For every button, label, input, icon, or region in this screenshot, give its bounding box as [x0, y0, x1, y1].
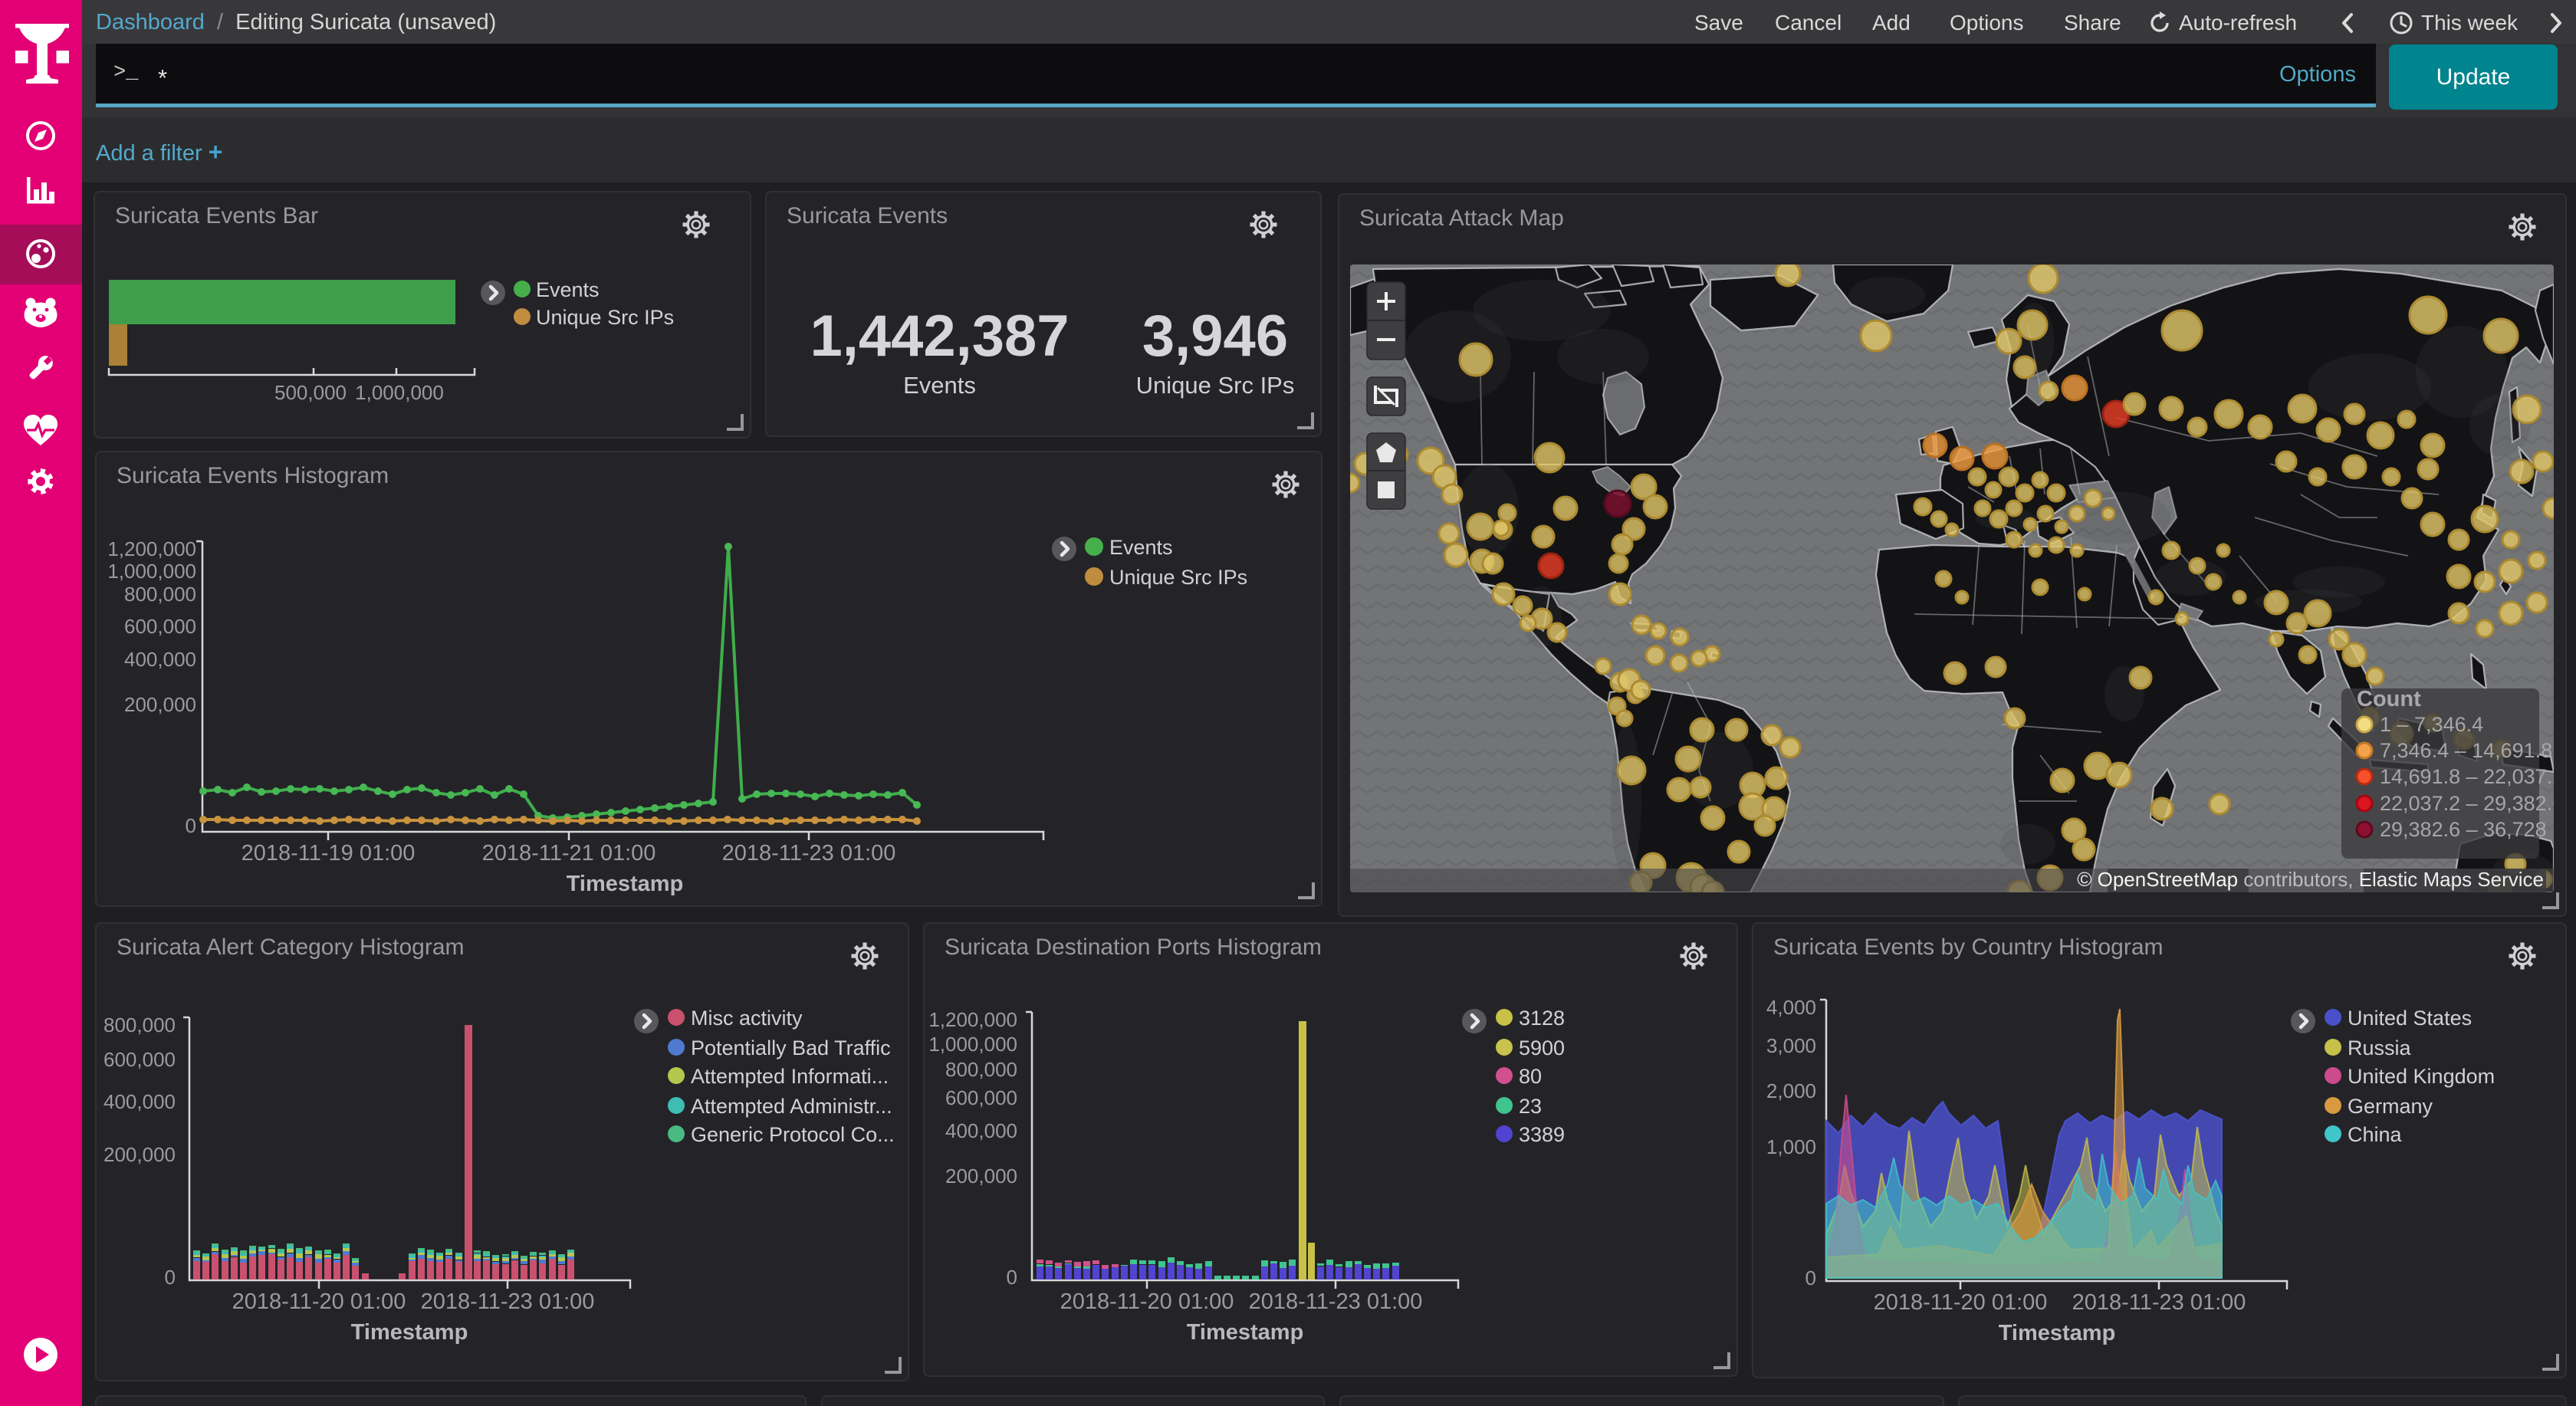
svg-text:1,000,000: 1,000,000 [928, 1033, 1017, 1056]
svg-text:400,000: 400,000 [945, 1119, 1017, 1142]
svg-text:Timestamp: Timestamp [1187, 1320, 1304, 1345]
svg-text:500,000: 500,000 [274, 381, 347, 404]
svg-text:© OpenStreetMap contributors,: © OpenStreetMap contributors, Elastic Ma… [2077, 868, 2544, 891]
svg-text:1,000,000: 1,000,000 [107, 560, 196, 583]
svg-text:Unique Src IPs: Unique Src IPs [1109, 566, 1247, 589]
svg-text:2018-11-20 01:00: 2018-11-20 01:00 [1060, 1289, 1234, 1314]
svg-text:4,000: 4,000 [1766, 996, 1816, 1019]
svg-text:Events: Events [536, 278, 600, 301]
svg-text:Generic Protocol Co...: Generic Protocol Co... [691, 1123, 895, 1146]
svg-text:2018-11-23 01:00: 2018-11-23 01:00 [722, 841, 896, 866]
svg-text:Unique Src IPs: Unique Src IPs [536, 306, 674, 329]
svg-text:2,000: 2,000 [1766, 1079, 1816, 1102]
svg-text:600,000: 600,000 [945, 1086, 1017, 1109]
svg-text:1,000,000: 1,000,000 [355, 381, 444, 404]
svg-text:14,691.8 – 22,037.2: 14,691.8 – 22,037.2 [2380, 765, 2554, 788]
svg-text:200,000: 200,000 [945, 1165, 1017, 1188]
svg-text:Timestamp: Timestamp [1999, 1321, 2116, 1345]
svg-text:Russia: Russia [2348, 1036, 2412, 1059]
svg-text:Germany: Germany [2348, 1095, 2433, 1118]
svg-text:Misc activity: Misc activity [691, 1007, 803, 1030]
svg-text:2018-11-23 01:00: 2018-11-23 01:00 [2072, 1290, 2246, 1315]
svg-text:2018-11-19 01:00: 2018-11-19 01:00 [242, 841, 416, 866]
svg-text:3,000: 3,000 [1766, 1034, 1816, 1057]
svg-text:2018-11-21 01:00: 2018-11-21 01:00 [482, 841, 656, 866]
svg-text:2018-11-20 01:00: 2018-11-20 01:00 [1874, 1290, 2048, 1315]
svg-text:23: 23 [1519, 1095, 1542, 1118]
svg-text:2018-11-23 01:00: 2018-11-23 01:00 [1249, 1289, 1423, 1314]
svg-text:3128: 3128 [1519, 1007, 1565, 1030]
svg-text:29,382.6 – 36,728: 29,382.6 – 36,728 [2380, 818, 2547, 841]
svg-text:80: 80 [1519, 1065, 1542, 1088]
svg-text:5900: 5900 [1519, 1036, 1565, 1059]
svg-text:3389: 3389 [1519, 1123, 1565, 1146]
svg-text:United Kingdom: United Kingdom [2348, 1065, 2495, 1088]
svg-text:800,000: 800,000 [124, 583, 196, 606]
svg-text:Potentially Bad Traffic: Potentially Bad Traffic [691, 1036, 891, 1059]
svg-text:800,000: 800,000 [945, 1058, 1017, 1081]
svg-text:200,000: 200,000 [104, 1143, 176, 1166]
svg-text:400,000: 400,000 [104, 1090, 176, 1113]
svg-text:1,000: 1,000 [1766, 1135, 1816, 1158]
svg-text:400,000: 400,000 [124, 648, 196, 671]
svg-text:0: 0 [1806, 1266, 1816, 1289]
svg-text:0: 0 [165, 1266, 176, 1289]
svg-text:22,037.2 – 29,382.6: 22,037.2 – 29,382.6 [2380, 792, 2554, 815]
svg-text:Attempted Administr...: Attempted Administr... [691, 1095, 892, 1118]
svg-text:Events: Events [1109, 536, 1173, 559]
svg-text:0: 0 [1007, 1266, 1017, 1289]
svg-text:2018-11-23 01:00: 2018-11-23 01:00 [421, 1289, 595, 1314]
svg-text:United States: United States [2348, 1007, 2472, 1030]
svg-text:2018-11-20 01:00: 2018-11-20 01:00 [232, 1289, 406, 1314]
svg-text:1 – 7,346.4: 1 – 7,346.4 [2380, 713, 2483, 736]
svg-text:Attempted Informati...: Attempted Informati... [691, 1065, 889, 1088]
svg-text:Count: Count [2357, 687, 2421, 711]
svg-text:200,000: 200,000 [124, 693, 196, 716]
svg-text:1,200,000: 1,200,000 [107, 537, 196, 560]
svg-text:China: China [2348, 1123, 2403, 1146]
svg-text:Timestamp: Timestamp [351, 1320, 468, 1345]
svg-text:1,200,000: 1,200,000 [928, 1008, 1017, 1031]
svg-text:7,346.4 – 14,691.8: 7,346.4 – 14,691.8 [2380, 739, 2552, 762]
svg-text:600,000: 600,000 [104, 1048, 176, 1071]
svg-text:600,000: 600,000 [124, 615, 196, 638]
svg-text:0: 0 [186, 814, 196, 837]
svg-text:800,000: 800,000 [104, 1013, 176, 1036]
svg-text:Timestamp: Timestamp [567, 872, 684, 896]
